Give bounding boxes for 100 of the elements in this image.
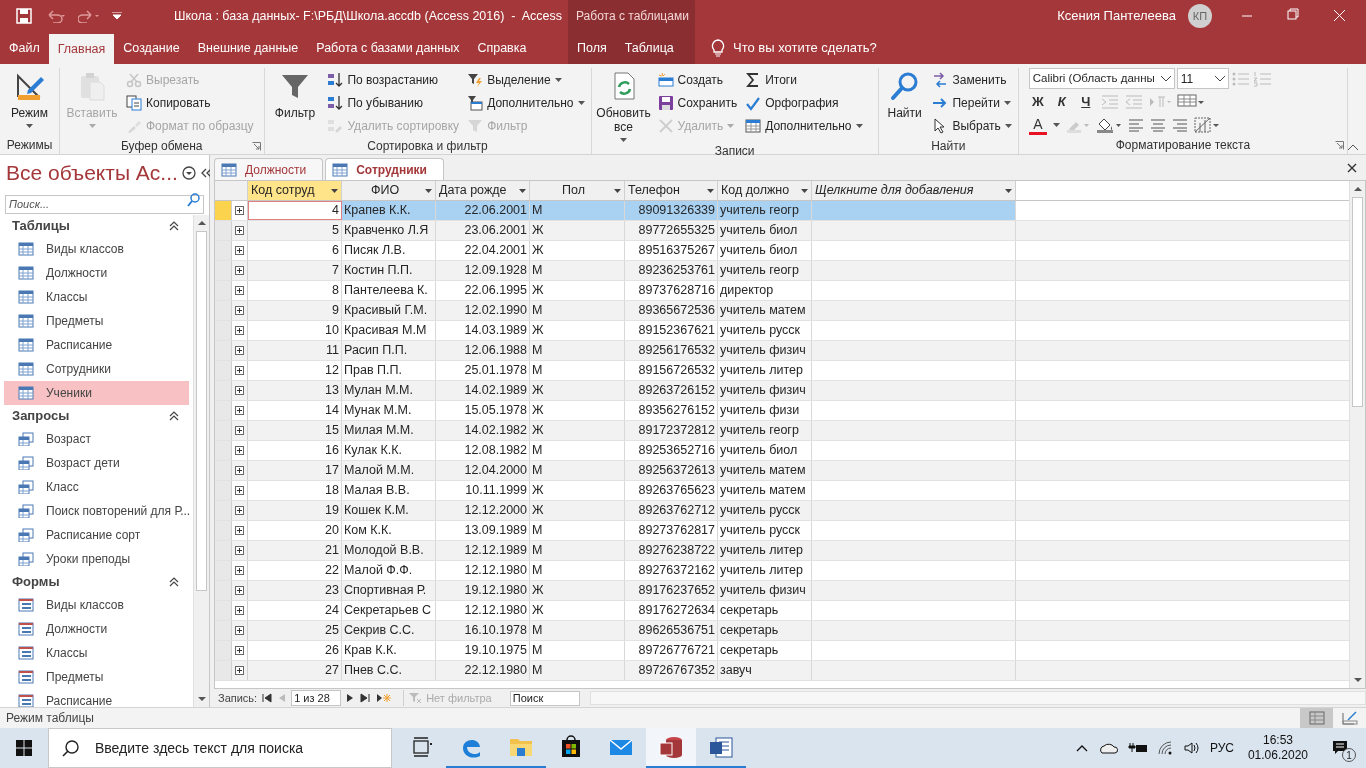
align-center-icon[interactable] bbox=[1149, 118, 1166, 132]
ribbon-button[interactable]: Дополнительно bbox=[743, 114, 865, 137]
expand-icon[interactable] bbox=[235, 206, 244, 215]
expand-icon[interactable] bbox=[235, 506, 244, 515]
ribbon-button[interactable]: Режим bbox=[4, 68, 55, 128]
section-header[interactable]: Таблицы bbox=[0, 215, 193, 237]
expand-icon[interactable] bbox=[235, 606, 244, 615]
last-record-icon[interactable] bbox=[359, 693, 372, 703]
expand-icon[interactable] bbox=[235, 286, 244, 295]
expand-icon[interactable] bbox=[235, 646, 244, 655]
taskbar-search-field[interactable]: Введите здесь текст для поиска bbox=[48, 728, 392, 768]
expand-icon[interactable] bbox=[235, 226, 244, 235]
cloud-icon[interactable] bbox=[1097, 742, 1118, 754]
expand-icon[interactable] bbox=[235, 426, 244, 435]
collapse-pane-icon[interactable] bbox=[199, 168, 212, 178]
ribbon-button[interactable]: Копировать bbox=[124, 91, 256, 114]
ribbon-button[interactable]: Создать bbox=[655, 68, 740, 91]
column-header[interactable]: Код должно bbox=[718, 181, 812, 200]
ribbon-button[interactable]: Сохранить bbox=[655, 91, 740, 114]
taskbar-app[interactable] bbox=[646, 728, 696, 768]
section-header[interactable]: Запросы bbox=[0, 405, 193, 427]
font-color-button[interactable]: A bbox=[1028, 115, 1047, 135]
dialog-launcher-icon[interactable] bbox=[251, 142, 261, 151]
save-icon[interactable] bbox=[16, 8, 32, 24]
expand-icon[interactable] bbox=[235, 586, 244, 595]
ribbon-tab[interactable]: Главная bbox=[48, 34, 115, 64]
align-left-icon[interactable] bbox=[1127, 118, 1144, 132]
format-button[interactable]: К bbox=[1052, 92, 1071, 112]
nav-item[interactable]: Предметы bbox=[4, 665, 189, 689]
customize-caret-icon[interactable] bbox=[112, 12, 122, 20]
gridlines-icon[interactable] bbox=[1176, 94, 1205, 110]
notification-button[interactable]: 1 bbox=[1322, 728, 1358, 768]
ribbon-button[interactable]: Итоги bbox=[743, 68, 865, 91]
expand-icon[interactable] bbox=[235, 366, 244, 375]
nav-item[interactable]: Класс bbox=[4, 475, 189, 499]
scrollbar-thumb[interactable] bbox=[1352, 197, 1363, 407]
expand-icon[interactable] bbox=[235, 566, 244, 575]
nav-item[interactable]: Виды классов bbox=[4, 237, 189, 261]
user-name[interactable]: Ксения Пантелеева bbox=[1057, 6, 1176, 26]
font-size-dropdown[interactable]: 11 bbox=[1176, 68, 1229, 89]
nav-item[interactable]: Ученики bbox=[4, 381, 189, 405]
redo-icon[interactable] bbox=[78, 9, 100, 23]
nav-item[interactable]: Расписание bbox=[4, 333, 189, 357]
scrollbar[interactable] bbox=[193, 215, 209, 707]
scrollbar-thumb[interactable] bbox=[196, 231, 207, 591]
first-record-icon[interactable] bbox=[261, 693, 274, 703]
expand-icon[interactable] bbox=[235, 306, 244, 315]
tell-me-field[interactable]: Что вы хотите сделать? bbox=[695, 32, 877, 64]
alternate-row-color-icon[interactable] bbox=[1193, 117, 1220, 133]
column-header[interactable]: Щелкните для добавления bbox=[812, 181, 1016, 200]
battery-icon[interactable] bbox=[1127, 742, 1148, 754]
ribbon-tab[interactable]: Создание bbox=[114, 32, 189, 64]
nav-item[interactable]: Классы bbox=[4, 641, 189, 665]
expand-icon[interactable] bbox=[235, 626, 244, 635]
nav-item[interactable]: Возраст bbox=[4, 427, 189, 451]
expand-icon[interactable] bbox=[235, 466, 244, 475]
dialog-launcher-icon[interactable] bbox=[1335, 141, 1344, 150]
search-field[interactable]: Поиск... bbox=[5, 194, 204, 214]
ribbon-button[interactable]: Выделение bbox=[465, 68, 587, 91]
expand-icon[interactable] bbox=[235, 246, 244, 255]
nav-item[interactable]: Расписание bbox=[4, 689, 189, 707]
ribbon-tab[interactable]: Справка bbox=[468, 32, 536, 64]
section-header[interactable]: Формы bbox=[0, 571, 193, 593]
expand-icon[interactable] bbox=[235, 446, 244, 455]
expand-icon[interactable] bbox=[235, 386, 244, 395]
document-tab[interactable]: Сотрудники bbox=[325, 158, 444, 180]
clock[interactable]: 16:53 01.06.2020 bbox=[1243, 733, 1312, 763]
expand-icon[interactable] bbox=[235, 346, 244, 355]
ribbon-button[interactable]: Орфография bbox=[743, 91, 865, 114]
align-right-icon[interactable] bbox=[1171, 118, 1188, 132]
ribbon-button[interactable]: Дополнительно bbox=[465, 91, 587, 114]
expand-icon[interactable] bbox=[235, 406, 244, 415]
format-button[interactable]: Ж bbox=[1028, 92, 1047, 112]
column-header[interactable]: ФИО bbox=[342, 181, 436, 200]
ribbon-button[interactable]: Фильтр bbox=[268, 68, 322, 120]
column-header[interactable]: Код сотруд bbox=[248, 181, 342, 200]
expand-icon[interactable] bbox=[235, 486, 244, 495]
column-header[interactable]: Пол bbox=[530, 181, 625, 200]
ribbon-tab[interactable]: Внешние данные bbox=[188, 32, 308, 64]
ribbon-tab[interactable]: Таблица bbox=[615, 32, 683, 64]
ribbon-button[interactable]: Заменить bbox=[930, 68, 1014, 91]
column-header[interactable]: Телефон bbox=[625, 181, 718, 200]
close-icon[interactable] bbox=[1346, 162, 1358, 174]
ribbon-tab[interactable]: Файл bbox=[0, 32, 49, 64]
collapse-ribbon-icon[interactable] bbox=[1348, 144, 1358, 150]
expand-icon[interactable] bbox=[235, 526, 244, 535]
nav-item[interactable]: Уроки преподы bbox=[4, 547, 189, 571]
fill-bucket-icon[interactable] bbox=[1095, 117, 1122, 133]
document-tab[interactable]: Должности bbox=[214, 158, 324, 180]
nav-item[interactable]: Виды классов bbox=[4, 593, 189, 617]
ribbon-tab[interactable]: Поля bbox=[568, 32, 616, 64]
font-name-dropdown[interactable]: Calibri (Область данны bbox=[1028, 68, 1175, 89]
ribbon-button[interactable]: Выбрать bbox=[930, 114, 1014, 137]
nav-item[interactable]: Должности bbox=[4, 261, 189, 285]
nav-item[interactable]: Должности bbox=[4, 617, 189, 641]
search-icon[interactable] bbox=[186, 192, 202, 208]
ribbon-button[interactable]: По убыванию bbox=[325, 91, 462, 114]
chevron-up-icon[interactable] bbox=[1075, 744, 1088, 752]
wifi-icon[interactable] bbox=[1157, 741, 1174, 755]
user-avatar[interactable]: КП bbox=[1188, 4, 1212, 28]
